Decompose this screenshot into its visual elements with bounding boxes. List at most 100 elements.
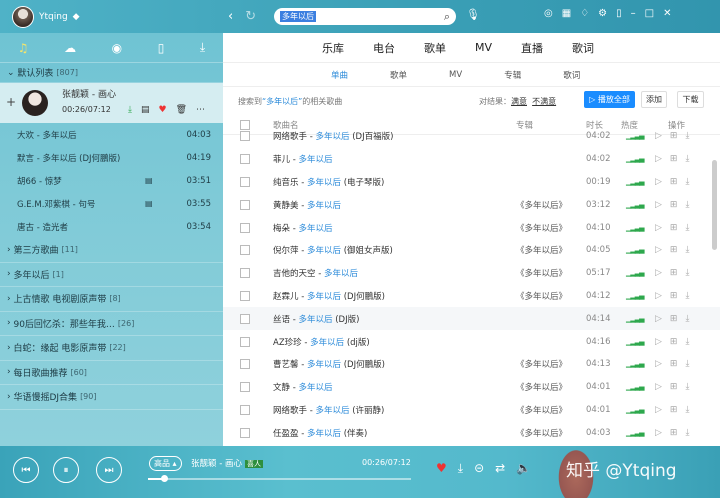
- download-button[interactable]: 下载: [677, 91, 704, 108]
- table-row[interactable]: 任盈盈 - 多年以后 (伴奏) 《多年以后》 04:03 ▁▂▃▄ ▷ ⊞ ⤓: [223, 421, 720, 444]
- row-checkbox[interactable]: [240, 131, 250, 142]
- sub-tab[interactable]: 专辑: [504, 69, 521, 81]
- default-list-group[interactable]: ⌄ 默认列表 [807]: [0, 63, 223, 83]
- row-checkbox[interactable]: [240, 245, 250, 256]
- playlist-group[interactable]: › 90后回忆杀：那些年我… [26]: [0, 312, 223, 336]
- row-checkbox[interactable]: [240, 336, 250, 347]
- play-icon[interactable]: ▷: [655, 359, 662, 369]
- download-icon[interactable]: ⤓: [685, 405, 689, 415]
- download-icon[interactable]: ⤓: [685, 428, 689, 438]
- add-icon[interactable]: ⊞: [670, 382, 678, 392]
- sub-tab[interactable]: 歌词: [563, 69, 580, 81]
- list-item[interactable]: 唐古 - 造光者 03:54: [0, 215, 223, 238]
- add-icon[interactable]: ⊞: [670, 154, 678, 164]
- download-icon[interactable]: ⤓: [685, 382, 689, 392]
- category-tab[interactable]: 乐库: [322, 40, 344, 56]
- row-checkbox[interactable]: [240, 313, 250, 324]
- volume-icon[interactable]: 🔈: [516, 461, 531, 476]
- minimize-icon[interactable]: –: [631, 8, 636, 19]
- add-icon[interactable]: ⊞: [670, 359, 678, 369]
- search-box[interactable]: 多年以后 ⌕: [274, 8, 456, 25]
- search-input[interactable]: 多年以后: [280, 11, 316, 22]
- add-icon[interactable]: ⊞: [670, 177, 678, 187]
- play-icon[interactable]: ▷: [655, 428, 662, 438]
- add-icon[interactable]: ⊞: [670, 291, 678, 301]
- table-row[interactable]: 丝语 - 多年以后 (DJ版) 04:14 ▁▂▃▄ ▷ ⊞ ⤓: [223, 307, 720, 331]
- search-icon[interactable]: ⌕: [444, 10, 450, 24]
- cloud-icon[interactable]: ☁: [64, 41, 76, 55]
- scrollbar[interactable]: [712, 160, 717, 250]
- row-checkbox[interactable]: [240, 268, 250, 279]
- settings-icon[interactable]: ⚙: [598, 8, 607, 19]
- avatar[interactable]: [12, 6, 34, 28]
- download-icon[interactable]: ⤓: [685, 131, 689, 141]
- music-note-icon[interactable]: ♫: [18, 41, 29, 55]
- add-icon[interactable]: ⊞: [670, 131, 678, 141]
- mv-icon[interactable]: ▤: [145, 199, 153, 208]
- list-item[interactable]: 默言 - 多年以后 (DJ何鵬版) 04:19: [0, 146, 223, 169]
- play-icon[interactable]: ▷: [655, 268, 662, 278]
- play-icon[interactable]: ▷: [655, 154, 662, 164]
- play-icon[interactable]: ▷: [655, 314, 662, 324]
- download-icon[interactable]: ⤓: [685, 359, 689, 369]
- download-icon[interactable]: ⤓: [685, 314, 689, 324]
- list-item[interactable]: 胡66 - 惊梦 ▤ 03:51: [0, 169, 223, 192]
- table-row[interactable]: 赵霖儿 - 多年以后 (DJ何鵬版) 《多年以后》 04:12 ▁▂▃▄ ▷ ⊞ ⤓: [223, 285, 720, 308]
- row-checkbox[interactable]: [240, 382, 250, 393]
- row-checkbox[interactable]: [240, 176, 250, 187]
- download-icon[interactable]: ⤓: [685, 223, 689, 233]
- category-tab[interactable]: MV: [475, 41, 492, 54]
- playlist-group[interactable]: › 第三方歌曲 [11]: [0, 238, 223, 263]
- play-icon[interactable]: ▷: [655, 131, 662, 141]
- download-icon[interactable]: ⤓: [685, 200, 689, 210]
- play-icon[interactable]: ▷: [655, 223, 662, 233]
- list-item[interactable]: 大欢 - 多年以后 04:03: [0, 123, 223, 146]
- download-icon[interactable]: ⤓: [128, 105, 132, 115]
- close-icon[interactable]: ✕: [663, 8, 671, 19]
- table-row[interactable]: 菲儿 - 多年以后 04:02 ▁▂▃▄ ▷ ⊞ ⤓: [223, 148, 720, 171]
- sub-tab[interactable]: 单曲: [331, 69, 348, 81]
- plus-icon[interactable]: +: [6, 95, 16, 109]
- playlist-group[interactable]: › 华语慢摇DJ合集 [90]: [0, 385, 223, 410]
- radio-icon[interactable]: ◉: [112, 41, 122, 55]
- play-icon[interactable]: ▷: [655, 177, 662, 187]
- download-icon[interactable]: ⤓: [685, 177, 689, 187]
- playlist-group[interactable]: › 多年以后 [1]: [0, 263, 223, 287]
- add-icon[interactable]: ⊞: [670, 200, 678, 210]
- user-info[interactable]: Ytqing ◆: [12, 6, 80, 28]
- row-checkbox[interactable]: [240, 359, 250, 370]
- sub-tab[interactable]: MV: [449, 70, 462, 80]
- back-icon[interactable]: ‹: [228, 9, 233, 24]
- play-icon[interactable]: ▷: [655, 405, 662, 415]
- table-row[interactable]: 倪尔萍 - 多年以后 (御姐女声版) 《多年以后》 04:05 ▁▂▃▄ ▷ ⊞ ⤓: [223, 239, 720, 262]
- mic-icon[interactable]: 🎙: [466, 8, 480, 21]
- row-checkbox[interactable]: [240, 427, 250, 438]
- loop-icon[interactable]: ⇄: [495, 461, 505, 476]
- download-icon[interactable]: ⤓: [685, 245, 689, 255]
- row-checkbox[interactable]: [240, 154, 250, 165]
- now-playing-row[interactable]: + 张靓颖 - 画心 00:26/07:12 ⤓ ▤ ♥ 🗑 ⋯: [0, 83, 223, 123]
- maximize-icon[interactable]: □: [645, 8, 654, 19]
- row-checkbox[interactable]: [240, 199, 250, 210]
- download-icon[interactable]: ⤓: [458, 461, 463, 476]
- list-item[interactable]: G.E.M.邓紫棋 - 句号 ▤ 03:55: [0, 192, 223, 215]
- table-row[interactable]: 文静 - 多年以后 《多年以后》 04:01 ▁▂▃▄ ▷ ⊞ ⤓: [223, 376, 720, 399]
- play-all-button[interactable]: ▷ 播放全部: [584, 91, 635, 108]
- row-checkbox[interactable]: [240, 222, 250, 233]
- prev-button[interactable]: ⏮: [13, 457, 39, 483]
- add-icon[interactable]: ⊞: [670, 337, 678, 347]
- grid-icon[interactable]: ▦: [562, 8, 571, 19]
- row-checkbox[interactable]: [240, 290, 250, 301]
- progress-knob[interactable]: [160, 475, 168, 482]
- heart-icon[interactable]: ♥: [159, 105, 167, 115]
- play-icon[interactable]: ▷: [655, 382, 662, 392]
- play-icon[interactable]: ▷: [655, 245, 662, 255]
- progress-bar[interactable]: [148, 475, 411, 482]
- table-row[interactable]: 黄静美 - 多年以后 《多年以后》 03:12 ▁▂▃▄ ▷ ⊞ ⤓: [223, 193, 720, 216]
- more-icon[interactable]: ⊝: [474, 461, 484, 476]
- add-icon[interactable]: ⊞: [670, 223, 678, 233]
- delete-icon[interactable]: 🗑: [176, 105, 187, 115]
- download-icon[interactable]: ⤓: [685, 337, 689, 347]
- more-icon[interactable]: ⋯: [196, 105, 205, 115]
- download-icon[interactable]: ⤓: [685, 154, 689, 164]
